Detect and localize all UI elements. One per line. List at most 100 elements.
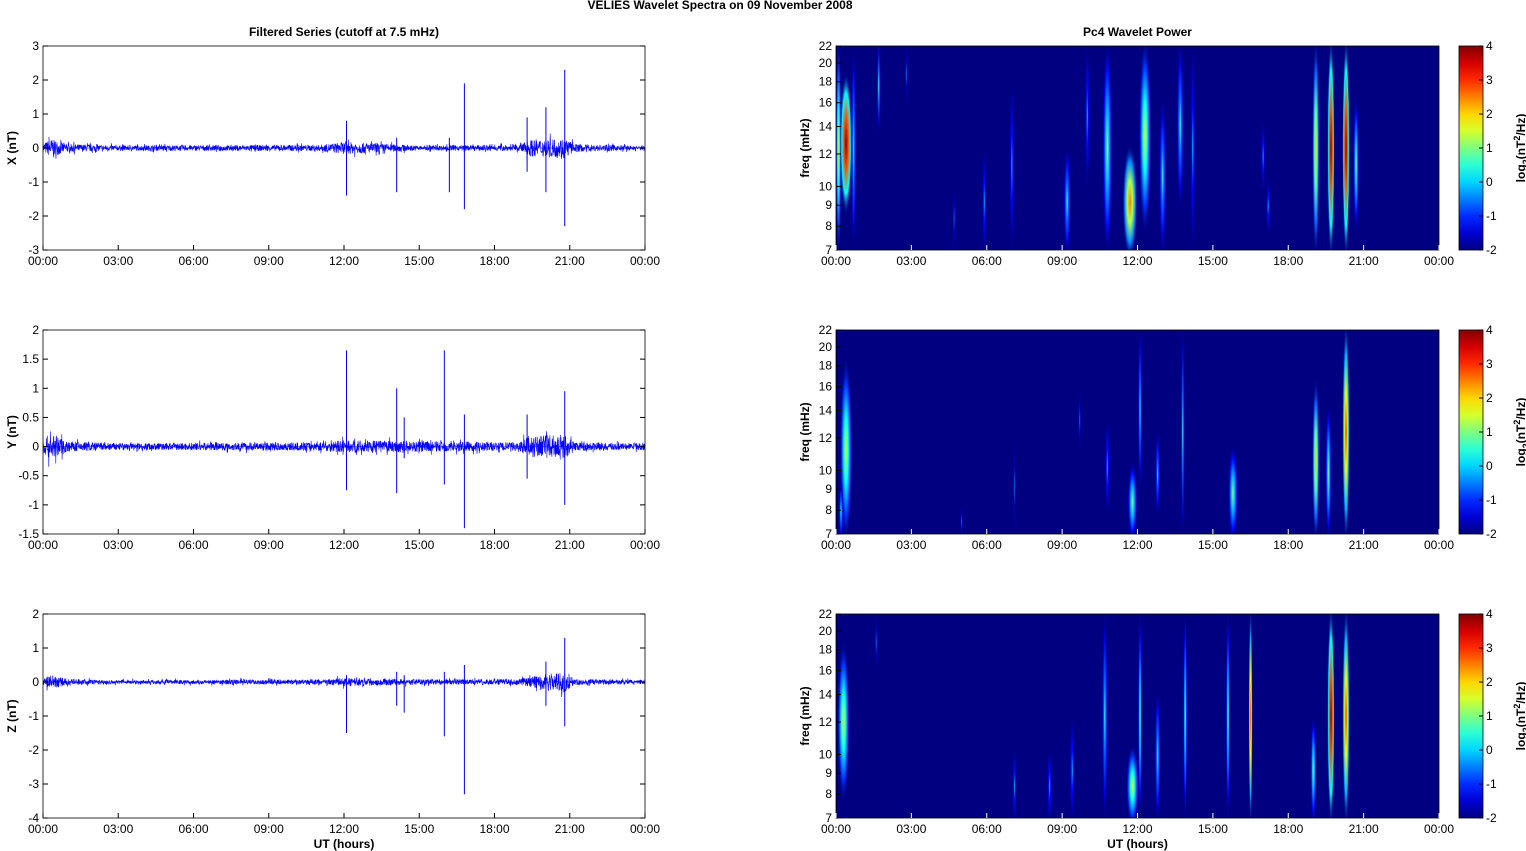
colorbar-label: log2(nT2/Hz) [1512,398,1526,467]
y-axis-label: freq (mHz) [798,686,812,745]
y-tick-label: 3 [32,39,39,53]
spectrogram-plot-1: 78910121416182022-2-101234log2(nT2/Hz)00… [798,25,1526,268]
colorbar-tick-label: 0 [1486,459,1493,473]
y-tick-label: 14 [819,688,833,702]
wavelet-power-event [1138,330,1143,500]
x-tick-label: 15:00 [1198,822,1228,836]
wavelet-power-event [1126,744,1139,818]
x-tick-label: 00:00 [1424,822,1454,836]
x-tick-label: 09:00 [1047,822,1077,836]
y-tick-label: -0.5 [18,469,39,483]
y-tick-label: 20 [819,56,833,70]
x-tick-label: 18:00 [1273,538,1303,552]
colorbar-label-part: (nT [1514,140,1526,159]
colorbar-label: log2(nT2/Hz) [1512,114,1526,183]
x-tick-label: 21:00 [1349,254,1379,268]
colorbar-tick-label: 2 [1486,107,1493,121]
wavelet-power-event [1312,376,1320,534]
y-tick-label: 12 [819,147,833,161]
x-tick-label: 06:00 [972,254,1002,268]
wavelet-power-event [1012,427,1017,534]
series-plot-3: -4-3-2-101200:00 03:00 06:00 09:00 12:00 15:0… [5,607,660,851]
y-tick-label: 1 [32,641,39,655]
x-tick-label: 21:00 [1349,822,1379,836]
wavelet-power-event [1102,46,1113,250]
x-tick-label: 12:00 [1122,254,1152,268]
colorbar-tick-label: 4 [1486,607,1493,621]
wavelet-power-event [1138,614,1143,818]
wavelet-power-event [1353,92,1360,237]
x-tick-label: 06:00 [178,822,208,836]
y-tick-label: 0 [32,675,39,689]
x-tick-label: 15:00 [1198,538,1228,552]
figure: VELIES Wavelet Spectra on 09 November 20… [5,0,1526,851]
colorbar-tick-label: 2 [1486,675,1493,689]
colorbar-tick-label: 3 [1486,73,1493,87]
x-tick-label: 00:00 [1424,254,1454,268]
x-tick-label: 03:00 [103,538,133,552]
colorbar-tick-label: -2 [1486,243,1497,257]
x-tick-label: 00:00 [821,254,851,268]
x-tick-label: 09:00 [254,822,284,836]
y-tick-label: 18 [819,359,833,373]
y-tick-label: -2 [28,209,39,223]
x-tick-label: 03:00 [103,254,133,268]
wavelet-power-event [1327,614,1335,818]
wavelet-power-event [1261,116,1266,197]
y-tick-label: 16 [819,664,833,678]
colorbar-tick-label: -2 [1486,527,1497,541]
colorbar-tick-label: 1 [1486,709,1493,723]
x-tick-label: 00:00 [1424,538,1454,552]
x-tick-label: 15:00 [404,254,434,268]
wavelet-power-event [1101,614,1108,818]
colorbar-label-part: /Hz) [1514,398,1526,420]
y-tick-label: 12 [819,431,833,445]
wavelet-power-event [1084,46,1090,197]
y-tick-label: 16 [819,96,833,110]
y-tick-label: 18 [819,75,833,89]
x-tick-label: 09:00 [254,538,284,552]
colorbar-label-part: log [1514,448,1526,466]
x-tick-label: 06:00 [178,254,208,268]
x-tick-label: 12:00 [1122,538,1152,552]
series-plot-1: -3-2-1012300:00 03:00 06:00 09:00 12:00 15:00… [5,25,660,268]
wavelet-power-event [1127,460,1138,534]
y-tick-label: 0 [32,440,39,454]
wavelet-power-event [1122,143,1138,250]
wavelet-power-event [874,614,879,681]
series-plot-2: -1.5-1-0.500.511.5200:00 03:00 06:00 09:00 1… [5,323,660,552]
x-tick-label: 06:00 [972,538,1002,552]
x-axis-label: UT (hours) [314,837,375,851]
y-tick-label: 2 [32,607,39,621]
x-tick-label: 12:00 [329,538,359,552]
wavelet-power-event [1180,330,1185,534]
x-tick-label: 12:00 [329,254,359,268]
colorbar-tick-label: 3 [1486,357,1493,371]
y-tick-label: 8 [825,787,832,801]
colorbar-label-part: (nT [1514,424,1526,443]
x-tick-label: 06:00 [178,538,208,552]
x-tick-label: 09:00 [254,254,284,268]
x-tick-label: 00:00 [28,822,58,836]
x-tick-label: 00:00 [630,822,660,836]
y-tick-label: 1 [32,107,39,121]
y-tick-label: 9 [825,482,832,496]
y-tick-label: 22 [819,39,833,53]
wavelet-power-event [1183,614,1188,818]
y-tick-label: -2 [28,743,39,757]
y-tick-label: 14 [819,120,833,134]
wavelet-power-event [851,46,857,250]
y-tick-label: 18 [819,643,833,657]
y-tick-label: 22 [819,323,833,337]
colorbar-label-part: /Hz) [1514,682,1526,704]
plot-title: Pc4 Wavelet Power [1083,25,1192,39]
wavelet-power-event [1327,46,1335,250]
wavelet-power-event [876,46,881,137]
y-tick-label: 2 [32,323,39,337]
wavelet-power-event [1138,46,1152,237]
wavelet-power-event [1009,71,1015,250]
y-tick-label: 14 [819,404,833,418]
wavelet-power-event [1155,427,1161,521]
plot-title: Filtered Series (cutoff at 7.5 mHz) [249,25,439,39]
y-tick-label: 2 [32,73,39,87]
